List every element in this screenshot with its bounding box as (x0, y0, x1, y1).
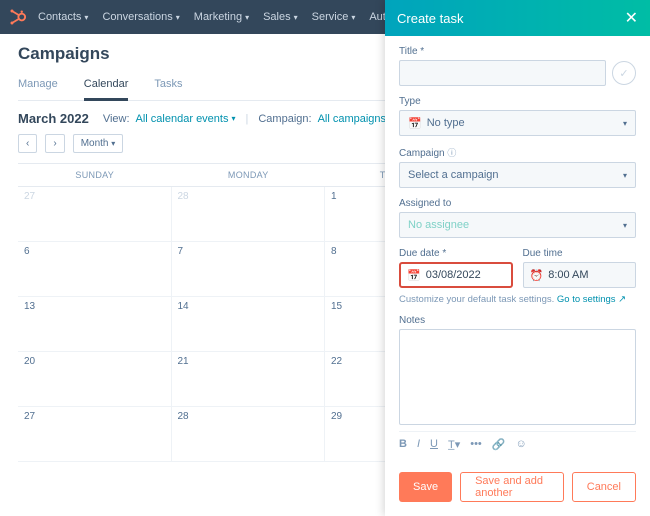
calendar-icon: 📅 (407, 269, 421, 282)
type-select[interactable]: 📅No type ▾ (399, 110, 636, 136)
panel-title: Create task (397, 11, 463, 26)
save-button[interactable]: Save (399, 472, 452, 502)
day-header: SUNDAY (18, 164, 172, 186)
cancel-button[interactable]: Cancel (572, 472, 636, 502)
emoji-icon[interactable]: ☺ (515, 438, 526, 451)
chevron-down-icon: ▾ (84, 13, 88, 22)
calendar-cell[interactable]: 13 (18, 297, 172, 352)
view-dropdown[interactable]: All calendar events▾ (136, 113, 236, 125)
month-label: March 2022 (18, 111, 89, 126)
tab-tasks[interactable]: Tasks (154, 72, 182, 100)
panel-footer: Save Save and add another Cancel (385, 462, 650, 516)
calendar-icon: 📅 (408, 117, 422, 130)
text-color-icon[interactable]: T̲▾ (448, 438, 460, 451)
due-time-label: Due time (523, 248, 637, 259)
complete-toggle[interactable]: ✓ (612, 61, 636, 85)
go-to-settings-link[interactable]: Go to settings ↗ (557, 294, 626, 305)
campaign-label: Campaign ⓘ (399, 146, 636, 159)
next-month-button[interactable]: › (45, 134, 64, 153)
bold-icon[interactable]: B (399, 438, 407, 451)
close-icon[interactable]: ✕ (625, 8, 638, 28)
tab-calendar[interactable]: Calendar (84, 72, 129, 101)
chevron-down-icon: ▾ (111, 139, 115, 148)
create-task-panel: Create task ✕ Title * ✓ Type 📅No type ▾ … (385, 0, 650, 516)
calendar-cell[interactable]: 27 (18, 187, 172, 242)
info-icon[interactable]: ⓘ (447, 148, 456, 158)
panel-body: Title * ✓ Type 📅No type ▾ Campaign ⓘ Sel… (385, 36, 650, 461)
calendar-cell[interactable]: 28 (172, 187, 326, 242)
day-header: MONDAY (172, 164, 326, 186)
title-input[interactable] (399, 60, 606, 86)
title-label: Title * (399, 46, 636, 57)
calendar-cell[interactable]: 27 (18, 407, 172, 462)
prev-month-button[interactable]: ‹ (18, 134, 37, 153)
view-label: View: (103, 113, 130, 125)
nav-sales[interactable]: Sales▾ (263, 11, 298, 23)
italic-icon[interactable]: I (417, 438, 420, 451)
due-date-input[interactable]: 📅 03/08/2022 (399, 262, 513, 288)
underline-icon[interactable]: U (430, 438, 438, 451)
due-time-input[interactable]: ⏰ 8:00 AM (523, 262, 637, 288)
chevron-down-icon: ▾ (245, 13, 249, 22)
campaign-filter-label: Campaign: (258, 113, 311, 125)
nav-service[interactable]: Service▾ (312, 11, 356, 23)
nav-marketing[interactable]: Marketing▾ (194, 11, 249, 23)
link-icon[interactable]: 🔗 (492, 438, 506, 451)
calendar-cell[interactable]: 7 (172, 242, 326, 297)
chevron-down-icon: ▾ (623, 171, 627, 180)
campaign-filter-dropdown[interactable]: All campaigns▾ (318, 113, 394, 125)
chevron-down-icon: ▾ (231, 114, 235, 123)
nav-contacts[interactable]: Contacts▾ (38, 11, 88, 23)
nav-conversations[interactable]: Conversations▾ (102, 11, 179, 23)
calendar-cell[interactable]: 21 (172, 352, 326, 407)
assignee-select[interactable]: No assignee ▾ (399, 212, 636, 238)
chevron-down-icon: ▾ (176, 13, 180, 22)
editor-toolbar: B I U T̲▾ ••• 🔗 ☺ (399, 431, 636, 461)
chevron-down-icon: ▾ (351, 13, 355, 22)
calendar-cell[interactable]: 6 (18, 242, 172, 297)
campaign-select[interactable]: Select a campaign ▾ (399, 162, 636, 188)
notes-label: Notes (399, 315, 636, 326)
panel-header: Create task ✕ (385, 0, 650, 36)
tab-manage[interactable]: Manage (18, 72, 58, 100)
calendar-cell[interactable]: 28 (172, 407, 326, 462)
chevron-down-icon: ▾ (294, 13, 298, 22)
chevron-down-icon: ▾ (623, 119, 627, 128)
external-link-icon: ↗ (618, 294, 626, 305)
settings-hint: Customize your default task settings. Go… (399, 294, 636, 305)
due-date-label: Due date * (399, 248, 513, 259)
assigned-label: Assigned to (399, 198, 636, 209)
more-format-icon[interactable]: ••• (470, 438, 482, 451)
type-label: Type (399, 96, 636, 107)
calendar-cell[interactable]: 14 (172, 297, 326, 352)
calendar-cell[interactable]: 20 (18, 352, 172, 407)
month-view-dropdown[interactable]: Month ▾ (73, 134, 124, 153)
chevron-down-icon: ▾ (623, 221, 627, 230)
save-add-another-button[interactable]: Save and add another (460, 472, 564, 502)
hubspot-logo-icon[interactable] (8, 7, 28, 27)
clock-icon: ⏰ (530, 269, 544, 282)
notes-editor[interactable] (399, 329, 636, 425)
